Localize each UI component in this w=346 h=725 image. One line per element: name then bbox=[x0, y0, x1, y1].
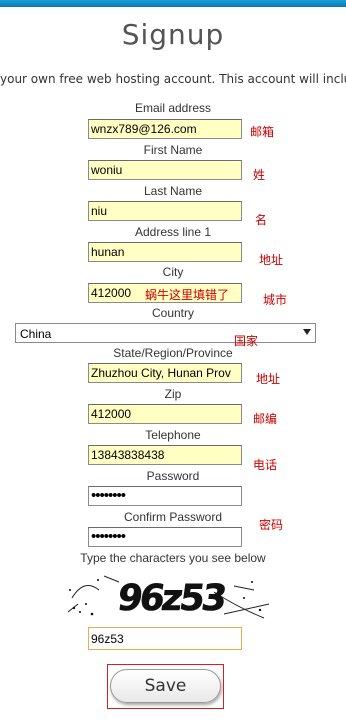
email-label: Email address bbox=[134, 101, 212, 115]
city-label: City bbox=[162, 265, 184, 279]
intro-text: your own free web hosting account. This … bbox=[0, 72, 346, 86]
first-name-field[interactable]: woniu bbox=[88, 160, 242, 180]
country-select[interactable]: China bbox=[15, 323, 316, 343]
city-value: 412000 bbox=[91, 286, 132, 300]
password-label: Password bbox=[146, 469, 200, 483]
city-inline-note: 蜗牛这里填错了 bbox=[145, 288, 230, 302]
captcha-label: Type the characters you see below bbox=[80, 551, 266, 565]
chevron-down-icon[interactable] bbox=[303, 329, 311, 335]
address-field[interactable]: hunan bbox=[88, 242, 242, 262]
last-name-field[interactable]: niu bbox=[88, 201, 242, 221]
telephone-field[interactable]: 13843838438 bbox=[88, 445, 242, 465]
telephone-label: Telephone bbox=[145, 428, 201, 442]
last-name-label: Last Name bbox=[143, 184, 203, 198]
top-bar bbox=[0, 0, 346, 7]
captcha-text: 96z53 bbox=[115, 576, 228, 619]
page-title: Signup bbox=[121, 18, 225, 51]
first-name-label: First Name bbox=[143, 143, 203, 157]
country-value: China bbox=[20, 327, 52, 341]
address-label: Address line 1 bbox=[134, 225, 212, 239]
zip-note: 邮编 bbox=[253, 412, 278, 426]
captcha-input[interactable]: 96z53 bbox=[88, 627, 242, 650]
zip-label: Zip bbox=[164, 387, 182, 401]
email-note: 邮箱 bbox=[250, 125, 275, 139]
country-label: Country bbox=[151, 306, 195, 320]
first-name-note: 姓 bbox=[253, 168, 266, 182]
password-field[interactable]: •••••••• bbox=[88, 486, 242, 506]
password-note: 密码 bbox=[259, 518, 284, 532]
zip-field[interactable]: 412000 bbox=[88, 404, 242, 424]
email-field[interactable]: wnzx789@126.com bbox=[88, 119, 242, 139]
confirm-password-field[interactable]: •••••••• bbox=[88, 527, 242, 547]
save-button[interactable]: Save bbox=[110, 669, 221, 703]
state-field[interactable]: Zhuzhou City, Hunan Prov bbox=[88, 363, 242, 383]
state-label: State/Region/Province bbox=[113, 346, 233, 360]
captcha-image: 96z53 bbox=[67, 575, 270, 619]
confirm-password-label: Confirm Password bbox=[123, 510, 223, 524]
city-field[interactable]: 412000 蜗牛这里填错了 bbox=[88, 283, 242, 303]
state-note: 地址 bbox=[256, 372, 281, 386]
